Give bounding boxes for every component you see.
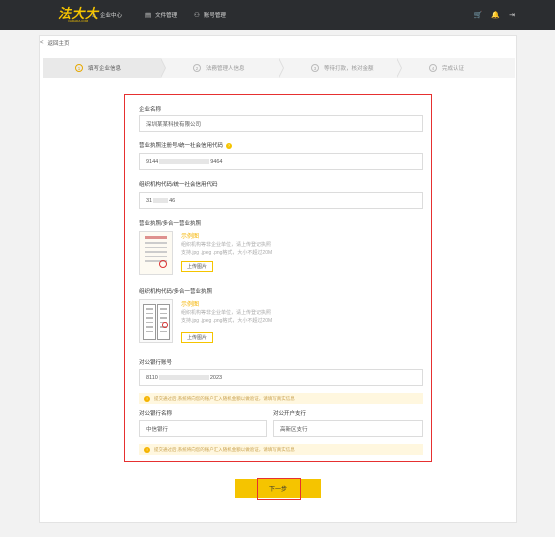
file-icon: ▤ [145, 12, 152, 19]
redacted-block [159, 159, 210, 164]
bank-account-label: 对公银行账号 [139, 360, 173, 366]
warning-icon: ! [144, 395, 150, 402]
chevron-left-icon: < [40, 40, 44, 46]
redacted-block [153, 198, 169, 203]
org-sample-line [146, 321, 153, 323]
org-sample-page [143, 304, 156, 340]
step-label: 法務管理人信息 [206, 66, 245, 72]
bank-branch-value: 高新区支行 [280, 426, 308, 433]
redacted-block [158, 375, 209, 380]
company-name-label: 企业名称 [139, 107, 162, 113]
org-sample-line [160, 330, 167, 332]
license-sample-stamp [159, 260, 167, 268]
bank-account-end: 2023 [209, 374, 223, 381]
step-complete: 4 完成认证 [397, 58, 515, 78]
bell-icon[interactable]: 🔔 [491, 11, 500, 19]
org-code-end: 46 [169, 197, 176, 204]
step-payment-verify: 3 等待打款，核对金额 [279, 58, 402, 78]
nav-enterprise-center[interactable]: ⌂ 企业中心 [92, 0, 122, 30]
upload-tip: 组织机构等非企业单位，请上传登记执照 支持.jpg .jpeg .png格式，大… [181, 309, 381, 325]
bank-account-start: 8110 [146, 374, 158, 381]
upload-tip-line: 组织机构等非企业单位，请上传登记执照 [181, 310, 272, 316]
step-arrow-inner [278, 58, 283, 78]
sample-image-link[interactable]: 示例图 [181, 231, 199, 240]
step-number: 2 [193, 64, 201, 72]
cart-icon[interactable]: 🛒 [474, 11, 483, 19]
user-icon: ⚇ [194, 12, 200, 19]
bank-name-label: 对公银行名称 [139, 411, 173, 417]
license-code-end: 9464 [210, 158, 223, 165]
back-to-home-link[interactable]: < 返回主页 [40, 39, 70, 47]
license-sample-image[interactable] [139, 231, 173, 275]
org-code-start: 31 [146, 197, 153, 204]
org-sample-line [160, 317, 167, 319]
bank-branch-label: 对公开户支行 [273, 411, 307, 417]
home-icon: ⌂ [92, 11, 96, 19]
license-sample-line [145, 242, 167, 244]
company-name-input[interactable]: 深圳某某科技有限公司 [139, 115, 423, 132]
step-company-info: 1 填写企业信息 [43, 58, 166, 78]
bank-account-input[interactable]: 8110 2023 [139, 369, 423, 386]
bank-name-value: 中信银行 [146, 426, 169, 433]
step-number: 3 [311, 64, 319, 72]
license-code-input[interactable]: 9144 9464 [139, 153, 423, 170]
step-label: 填写企业信息 [88, 66, 122, 72]
org-sample-line [146, 308, 153, 310]
org-sample-image[interactable] [139, 299, 173, 343]
bank-branch-input[interactable]: 高新区支行 [273, 420, 423, 437]
license-sample-line [145, 255, 167, 257]
license-sample-title-bar [145, 236, 167, 239]
bank-name-input[interactable]: 中信银行 [139, 420, 267, 437]
nav-label: 文件管理 [155, 13, 178, 19]
warning-text: 提交通过后,系统将向您的账户汇入随机金额以做验证，请填写真实信息 [154, 446, 295, 452]
license-code-start: 9144 [146, 158, 159, 165]
step-legal-admin: 2 法務管理人信息 [161, 58, 284, 78]
step-arrow-inner [160, 58, 165, 78]
org-sample-line [146, 330, 153, 332]
license-code-label-text: 营业执照注册号/统一社会信用代码 [139, 143, 224, 149]
verification-warning: ! 提交通过后,系统将向您的账户汇入随机金额以做验证，请填写真实信息 [139, 444, 423, 455]
org-sample-line [160, 308, 167, 310]
org-sample-line [146, 312, 153, 314]
warning-icon: ! [144, 446, 150, 453]
progress-steps: 1 填写企业信息 2 法務管理人信息 3 等待打款，核对金额 4 完成认证 [43, 58, 515, 78]
license-upload-label: 营业执照/多合一营业执照 [139, 221, 202, 227]
warning-text: 提交通过后,系统将向您的账户汇入随机金额以做验证，请填写真实信息 [154, 395, 295, 401]
step-arrow-inner [396, 58, 401, 78]
company-name-value: 深圳某某科技有限公司 [146, 121, 202, 128]
nav-label: 企业中心 [99, 13, 122, 19]
top-right-icons: 🛒 🔔 ⇥ [474, 0, 515, 30]
upload-tip: 组织机构等非企业单位，请上传登记执照 支持.jpg .jpeg .png格式，大… [181, 241, 381, 257]
org-sample-line [146, 317, 153, 319]
nav-account-management[interactable]: ⚇ 账号管理 [194, 0, 226, 30]
nav-label: 账号管理 [203, 13, 226, 19]
company-info-form: 企业名称 深圳某某科技有限公司 营业执照注册号/统一社会信用代码? 9144 94… [124, 94, 432, 462]
back-label: 返回主页 [47, 41, 70, 47]
license-sample-line [145, 251, 167, 253]
help-icon[interactable]: ? [226, 142, 233, 149]
upload-tip-line: 支持.jpg .jpeg .png格式，大小不超过20M [181, 250, 273, 256]
upload-org-button[interactable]: 上传图片 [181, 332, 214, 343]
step-label: 完成认证 [442, 66, 465, 72]
org-upload-label: 组织机构代码/多合一营业执照 [139, 289, 213, 295]
sample-image-link[interactable]: 示例图 [181, 299, 199, 308]
org-sample-line [146, 326, 153, 328]
org-code-label: 组织机构代码/统一社会信用代码 [139, 182, 218, 188]
step-label: 等待打款，核对金额 [324, 66, 374, 72]
org-sample-stamp [162, 322, 168, 328]
license-sample-line [145, 246, 167, 248]
upload-tip-line: 支持.jpg .jpeg .png格式，大小不超过20M [181, 318, 273, 324]
logout-icon[interactable]: ⇥ [509, 11, 515, 19]
verification-warning: ! 提交通过后,系统将向您的账户汇入随机金额以做验证，请填写真实信息 [139, 393, 423, 404]
license-code-label: 营业执照注册号/统一社会信用代码? [139, 141, 233, 149]
step-number: 1 [75, 64, 83, 72]
nav-file-management[interactable]: ▤ 文件管理 [145, 0, 177, 30]
top-navbar: 法大大 FADADA.COM ⌂ 企业中心 ▤ 文件管理 ⚇ 账号管理 🛒 🔔 … [0, 0, 555, 30]
upload-license-button[interactable]: 上传图片 [181, 261, 214, 272]
org-sample-line [160, 312, 167, 314]
step-number: 4 [429, 64, 437, 72]
org-code-input[interactable]: 31 46 [139, 192, 423, 209]
next-button-highlight [257, 478, 301, 500]
upload-tip-line: 组织机构等非企业单位，请上传登记执照 [181, 242, 272, 248]
